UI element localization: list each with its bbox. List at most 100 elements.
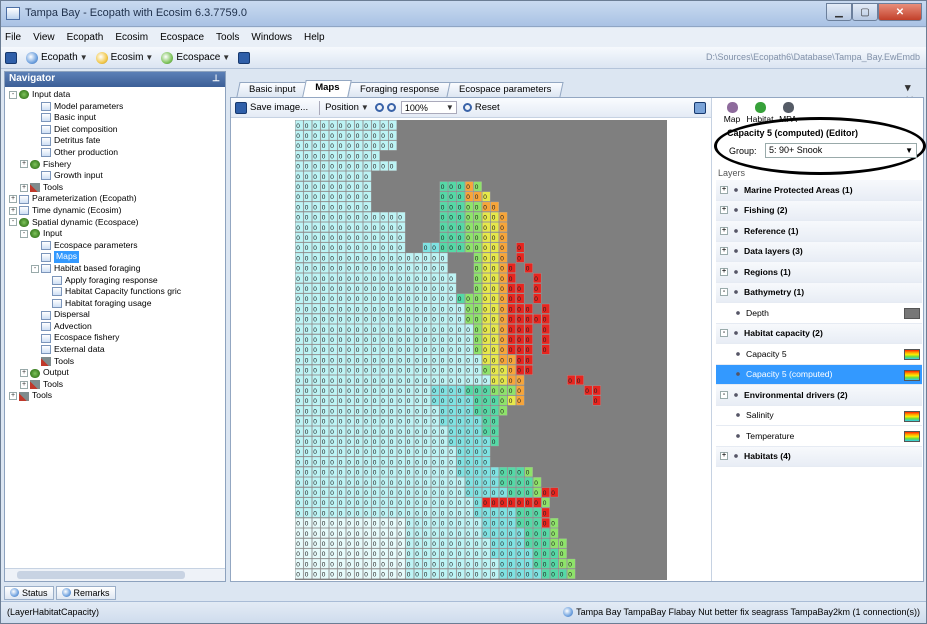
collapse-icon[interactable]: - bbox=[720, 288, 728, 297]
minimize-button[interactable]: ▁ bbox=[826, 3, 852, 21]
menu-file[interactable]: File bbox=[5, 32, 21, 43]
export-icon[interactable] bbox=[694, 102, 706, 114]
tab-foraging-response[interactable]: Foraging response bbox=[347, 82, 452, 97]
visibility-icon[interactable] bbox=[734, 349, 742, 358]
visibility-icon[interactable] bbox=[734, 308, 742, 317]
layer-item[interactable]: Salinity bbox=[716, 406, 922, 426]
tree-node[interactable]: Diet composition bbox=[5, 124, 223, 136]
tree-node[interactable]: Detritus fate bbox=[5, 135, 223, 147]
visibility-icon[interactable] bbox=[732, 329, 740, 338]
expand-icon[interactable]: + bbox=[20, 369, 28, 378]
zoom-out-icon[interactable] bbox=[386, 103, 396, 112]
menu-tools[interactable]: Tools bbox=[216, 32, 239, 43]
layer-group[interactable]: + Regions (1) bbox=[716, 262, 922, 283]
color-scale-swatch[interactable] bbox=[904, 369, 920, 381]
layer-item[interactable]: Capacity 5 bbox=[716, 344, 922, 365]
visibility-icon[interactable] bbox=[734, 431, 742, 440]
expand-icon[interactable]: + bbox=[9, 206, 17, 215]
tab-maps[interactable]: Maps bbox=[302, 80, 353, 97]
visibility-icon[interactable] bbox=[732, 390, 740, 399]
tab-ecospace-parameters[interactable]: Ecospace parameters bbox=[446, 82, 565, 97]
color-scale-swatch[interactable] bbox=[904, 308, 920, 319]
expand-icon[interactable]: + bbox=[720, 206, 728, 215]
expand-icon[interactable]: + bbox=[720, 226, 728, 235]
menu-ecosim[interactable]: Ecosim bbox=[115, 32, 148, 43]
layer-group[interactable]: - Bathymetry (1) bbox=[716, 282, 922, 303]
collapse-icon[interactable]: - bbox=[20, 229, 28, 238]
tab-remarks[interactable]: Remarks bbox=[55, 585, 116, 600]
map-tool-button[interactable]: Map bbox=[719, 102, 745, 124]
tree-node[interactable]: + Output bbox=[5, 367, 223, 379]
tree-node[interactable]: Habitat Capacity functions gric bbox=[5, 286, 223, 298]
expand-icon[interactable]: + bbox=[720, 452, 728, 461]
menu-windows[interactable]: Windows bbox=[251, 32, 292, 43]
visibility-icon[interactable] bbox=[732, 247, 740, 256]
expand-icon[interactable]: + bbox=[20, 183, 28, 192]
navigator-scrollbar[interactable] bbox=[5, 568, 225, 581]
tree-node[interactable]: Maps bbox=[5, 251, 223, 263]
visibility-icon[interactable] bbox=[732, 267, 740, 276]
visibility-icon[interactable] bbox=[734, 370, 742, 379]
layer-group[interactable]: - Environmental drivers (2) bbox=[716, 385, 922, 406]
layer-item[interactable]: Depth bbox=[716, 303, 922, 324]
collapse-icon[interactable]: - bbox=[9, 90, 17, 99]
tree-node[interactable]: Advection bbox=[5, 321, 223, 333]
tab-status[interactable]: Status bbox=[4, 585, 54, 600]
layer-group[interactable]: + Fishing (2) bbox=[716, 200, 922, 221]
tree-node[interactable]: + Tools bbox=[5, 182, 223, 194]
layer-group[interactable]: + Habitats (4) bbox=[716, 446, 922, 467]
tree-node[interactable]: - Habitat based foraging bbox=[5, 263, 223, 275]
expand-icon[interactable]: + bbox=[9, 195, 17, 204]
collapse-icon[interactable]: - bbox=[720, 329, 728, 338]
menu-help[interactable]: Help bbox=[304, 32, 325, 43]
tab-basic-input[interactable]: Basic input bbox=[236, 82, 309, 97]
collapse-icon[interactable]: - bbox=[31, 264, 39, 273]
tree-node[interactable]: Other production bbox=[5, 147, 223, 159]
collapse-icon[interactable]: - bbox=[9, 218, 17, 227]
save-icon[interactable] bbox=[5, 51, 17, 64]
visibility-icon[interactable] bbox=[732, 185, 740, 194]
reset-button[interactable]: Reset bbox=[462, 102, 500, 113]
tree-node[interactable]: - Input bbox=[5, 228, 223, 240]
menu-ecospace[interactable]: Ecospace bbox=[160, 32, 204, 43]
tree-node[interactable]: + Time dynamic (Ecosim) bbox=[5, 205, 223, 217]
tree-node[interactable]: Growth input bbox=[5, 170, 223, 182]
layer-group[interactable]: + Marine Protected Areas (1) bbox=[716, 180, 922, 201]
expand-icon[interactable]: + bbox=[720, 267, 728, 276]
save-all-icon[interactable] bbox=[238, 51, 251, 64]
expand-icon[interactable]: + bbox=[20, 380, 28, 389]
color-scale-swatch[interactable] bbox=[904, 349, 920, 360]
tree-node[interactable]: + Parameterization (Ecopath) bbox=[5, 193, 223, 205]
expand-icon[interactable]: + bbox=[9, 392, 17, 401]
menu-view[interactable]: View bbox=[33, 32, 55, 43]
layer-group[interactable]: + Data layers (3) bbox=[716, 241, 922, 262]
group-select[interactable]: 5: 90+ Snook ▼ bbox=[765, 143, 917, 158]
visibility-icon[interactable] bbox=[732, 226, 740, 235]
tree-node[interactable]: Apply foraging response bbox=[5, 275, 223, 287]
tree-node[interactable]: External data bbox=[5, 344, 223, 356]
ecosim-button[interactable]: Ecosim ▼ bbox=[95, 51, 153, 64]
layer-item[interactable]: Temperature bbox=[716, 426, 922, 447]
visibility-icon[interactable] bbox=[734, 411, 742, 420]
save-image-button[interactable]: Save image... bbox=[235, 101, 308, 114]
zoom-combo[interactable]: 100% ▼ bbox=[400, 101, 457, 114]
visibility-icon[interactable] bbox=[732, 452, 740, 461]
tree-node[interactable]: Dispersal bbox=[5, 309, 223, 321]
ecopath-button[interactable]: Ecopath ▼ bbox=[26, 51, 88, 64]
visibility-icon[interactable] bbox=[732, 206, 740, 215]
expand-icon[interactable]: + bbox=[720, 247, 728, 256]
tree-node[interactable]: Basic input bbox=[5, 112, 223, 124]
tree-node[interactable]: Habitat foraging usage bbox=[5, 298, 223, 310]
tree-node[interactable]: - Input data bbox=[5, 89, 223, 101]
close-button[interactable]: ✕ bbox=[878, 3, 922, 21]
zoom-in-icon[interactable] bbox=[374, 103, 384, 112]
tree-node[interactable]: Ecospace fishery bbox=[5, 332, 223, 344]
tree-node[interactable]: Model parameters bbox=[5, 101, 223, 113]
expand-icon[interactable]: + bbox=[720, 185, 728, 194]
maximize-button[interactable]: ▢ bbox=[852, 3, 878, 21]
expand-icon[interactable]: + bbox=[20, 160, 28, 169]
layer-group[interactable]: + Reference (1) bbox=[716, 221, 922, 242]
layer-group[interactable]: - Habitat capacity (2) bbox=[716, 323, 922, 344]
tree-node[interactable]: + Fishery bbox=[5, 159, 223, 171]
ecospace-button[interactable]: Ecospace ▼ bbox=[161, 51, 230, 64]
